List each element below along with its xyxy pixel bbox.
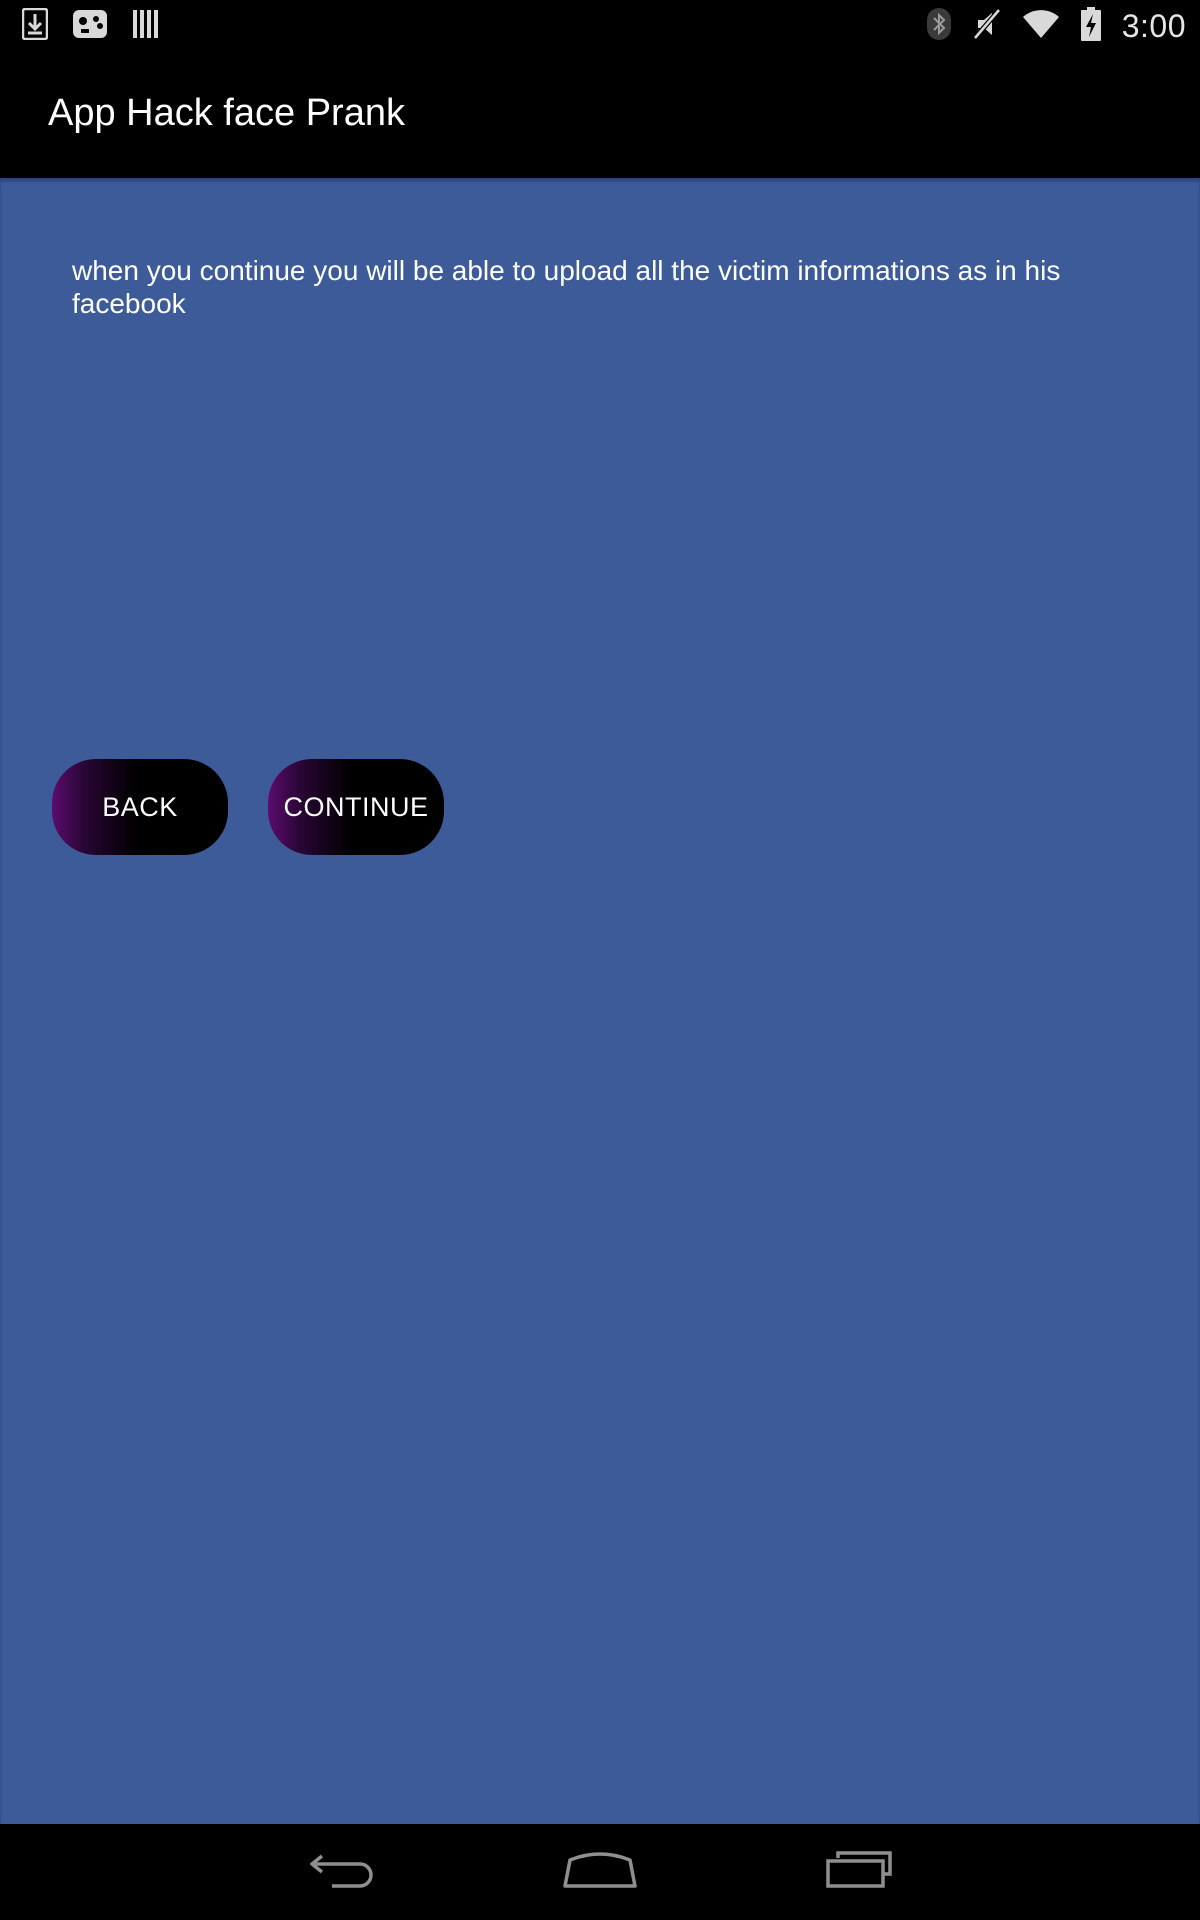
status-bar: 3:00 bbox=[0, 0, 1200, 52]
main-content: when you continue you will be able to up… bbox=[0, 178, 1200, 1824]
download-icon bbox=[21, 7, 49, 45]
app-title: App Hack face Prank bbox=[48, 92, 405, 134]
game-controller-icon bbox=[72, 7, 108, 46]
continue-button[interactable]: CONTINUE bbox=[268, 759, 444, 855]
wifi-icon bbox=[1022, 9, 1060, 44]
action-bar: App Hack face Prank bbox=[0, 52, 1200, 178]
notification-icons bbox=[21, 7, 160, 46]
bluetooth-icon bbox=[926, 7, 952, 46]
system-icons: 3:00 bbox=[926, 6, 1186, 46]
back-button[interactable]: BACK bbox=[52, 759, 228, 855]
phone-screen: 3:00 App Hack face Prank when you contin… bbox=[0, 0, 1200, 1920]
info-message: when you continue you will be able to up… bbox=[72, 255, 1061, 319]
navigation-bar bbox=[0, 1824, 1200, 1920]
status-clock: 3:00 bbox=[1121, 7, 1186, 44]
home-icon bbox=[562, 1850, 638, 1895]
nav-recent-apps-button[interactable] bbox=[804, 1842, 914, 1902]
nav-home-button[interactable] bbox=[545, 1842, 655, 1902]
mute-icon bbox=[972, 7, 1002, 46]
back-arrow-icon bbox=[308, 1850, 378, 1895]
barcode-icon bbox=[132, 9, 160, 44]
battery-charging-icon bbox=[1080, 6, 1102, 47]
nav-back-button[interactable] bbox=[288, 1842, 398, 1902]
recent-apps-icon bbox=[824, 1850, 894, 1895]
